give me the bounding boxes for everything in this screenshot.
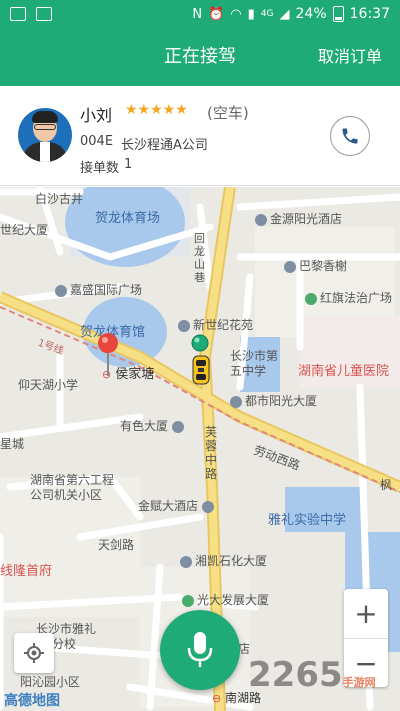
map-label: 雅礼实验中学	[268, 513, 347, 528]
car-plate: 004E	[80, 134, 114, 149]
cancel-order-button[interactable]: 取消订单	[318, 28, 382, 86]
battery-percent: 24%	[295, 6, 327, 22]
map-label: 世纪大厦	[0, 223, 49, 237]
driver-name: 小刘	[80, 106, 113, 125]
road-label: 天剑路	[98, 538, 135, 552]
crosshair-icon	[24, 643, 44, 663]
poi-icon	[305, 292, 317, 305]
poi-icon	[180, 555, 192, 568]
map-label: 金源阳光酒店	[255, 210, 342, 227]
map-label: 嘉盛国际广场	[55, 281, 142, 298]
map-label: 新世纪花苑	[178, 316, 253, 333]
map-label: 阳沁园小区	[20, 675, 81, 689]
clock: 16:37	[349, 6, 390, 22]
wifi-icon: ◠	[230, 6, 242, 22]
poi-icon	[178, 319, 190, 332]
order-count-value: 1	[124, 157, 133, 172]
map-label: 巴黎香榭	[284, 257, 347, 274]
map-label: 红旗法治广场	[305, 289, 392, 306]
map-label: 金赋大酒店	[138, 497, 217, 514]
phone-icon	[342, 128, 358, 144]
app-header: 正在接驾 取消订单	[0, 28, 400, 86]
status-bar: N ⏰ ◠ ▮ 4G ◢ 24% 16:37	[0, 0, 400, 28]
poi-icon	[230, 395, 242, 408]
map-label: 有色大厦	[120, 417, 187, 434]
zoom-in-button[interactable]: +	[344, 589, 388, 638]
car-status: (空车)	[207, 104, 249, 122]
battery-icon	[332, 6, 344, 22]
map-label: 长沙市第五中学	[230, 349, 279, 378]
microphone-icon	[187, 632, 213, 667]
watermark-logo: 2265手游网	[248, 655, 376, 695]
metro-icon: ⊖	[212, 692, 222, 705]
amap-logo: 高德地图	[4, 693, 60, 709]
nfc-icon: N	[192, 6, 203, 22]
map-label: 贺龙体育场	[95, 211, 161, 226]
map-label: 湖南省第六工程公司机关小区	[30, 473, 115, 502]
driver-rating-stars: ★★★★★	[125, 102, 188, 118]
map-label: 白沙古井	[35, 192, 84, 206]
poi-icon	[201, 500, 214, 513]
map-label: 回龙山巷	[194, 232, 205, 284]
poi-icon	[55, 284, 67, 297]
sim-icon: ▮	[247, 6, 255, 22]
driver-avatar	[18, 108, 72, 162]
road-label: 芙蓉中路	[205, 425, 218, 481]
map-label: 仰天湖小学	[18, 378, 79, 392]
call-driver-button[interactable]	[330, 116, 370, 156]
poi-icon	[171, 420, 184, 433]
driver-card: 小刘 ★★★★★ (空车) 004E 长沙程通A公司 接单数 1	[0, 86, 400, 186]
gallery-notification-icon	[10, 7, 26, 21]
taxi-icon	[192, 355, 210, 385]
map-label: 线隆首府	[0, 564, 53, 579]
alarm-icon: ⏰	[208, 6, 225, 22]
voice-button[interactable]	[160, 610, 240, 690]
network-type: 4G	[260, 8, 274, 19]
poi-icon	[182, 594, 194, 607]
map-label: 都市阳光大厦	[230, 392, 317, 409]
location-pin-icon	[98, 333, 118, 376]
poi-icon	[255, 213, 267, 226]
order-count-label: 接单数	[80, 161, 120, 176]
map-label: 光大发展大厦	[182, 591, 269, 608]
taxi-company: 长沙程通A公司	[121, 138, 208, 153]
locate-button[interactable]	[14, 633, 54, 673]
map-label: 枫	[380, 478, 393, 492]
map-label: 湖南省儿童医院	[298, 364, 390, 379]
map-label: 星城	[0, 437, 25, 451]
driver-location-dot-icon	[191, 334, 209, 352]
poi-icon	[284, 260, 296, 273]
map-label: 湘凯石化大厦	[180, 552, 267, 569]
app-notification-icon	[36, 7, 52, 21]
signal-icon: ◢	[279, 6, 290, 22]
